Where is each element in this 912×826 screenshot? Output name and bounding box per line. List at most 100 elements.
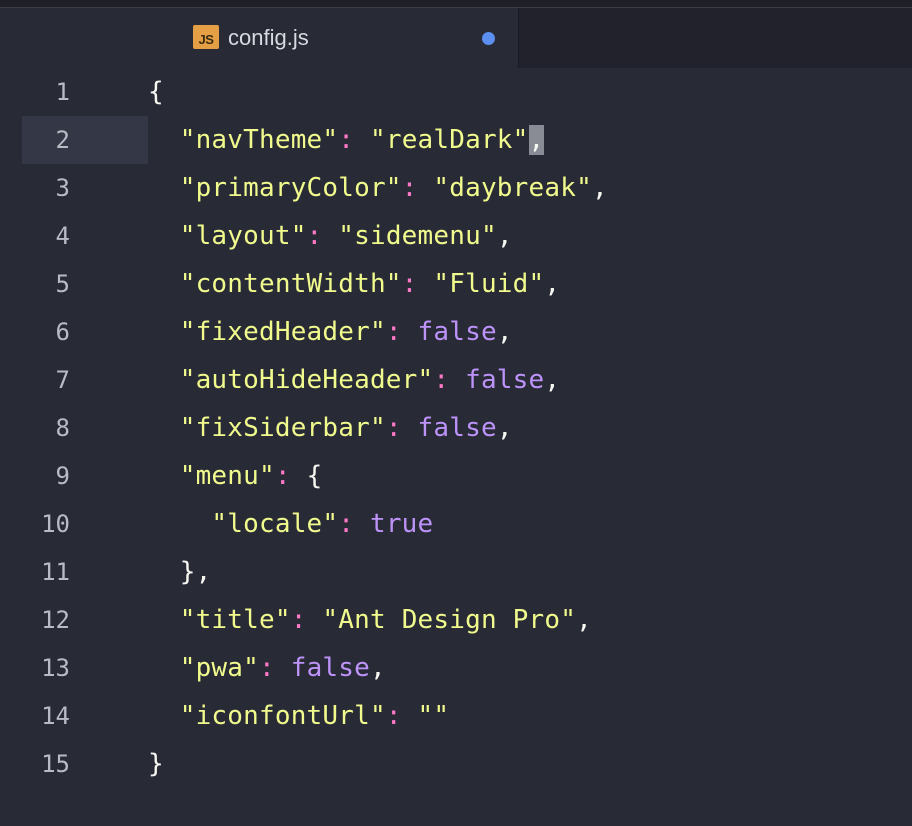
json-string-value: "Ant Design Pro": [322, 605, 577, 635]
json-key: "navTheme": [179, 125, 339, 155]
window-top-edge: [0, 0, 912, 8]
tab-config-js[interactable]: JS config.js: [0, 8, 519, 68]
code-line-14[interactable]: 14 "iconfontUrl": "": [0, 692, 912, 740]
brace: }: [148, 749, 164, 779]
line-number: 8: [55, 414, 70, 442]
json-string-value: "realDark": [369, 125, 529, 155]
line-number: 9: [55, 462, 70, 490]
json-colon: :: [290, 605, 323, 635]
code-line-7[interactable]: 7 "autoHideHeader": false,: [0, 356, 912, 404]
code-line-8[interactable]: 8 "fixSiderbar": false,: [0, 404, 912, 452]
line-number: 5: [55, 270, 70, 298]
brace: {: [306, 461, 323, 491]
json-key: "pwa": [179, 653, 259, 683]
json-string-value: "Fluid": [433, 269, 545, 299]
json-boolean-value: false: [290, 653, 370, 683]
json-key: "iconfontUrl": [179, 701, 386, 731]
line-content: "layout": "sidemenu",: [148, 212, 513, 260]
code-line-15[interactable]: 15 }: [0, 740, 912, 788]
comma: ,: [544, 365, 561, 395]
json-colon: :: [338, 509, 370, 539]
line-content: "contentWidth": "Fluid",: [148, 260, 560, 308]
text-cursor-selection: ,: [528, 125, 545, 155]
line-number: 12: [41, 606, 70, 634]
line-content: "primaryColor": "daybreak",: [148, 164, 608, 212]
line-content: {: [148, 68, 164, 116]
code-line-10[interactable]: 10 "locale": true: [0, 500, 912, 548]
comma: ,: [496, 413, 513, 443]
code-line-1[interactable]: 1 {: [0, 68, 912, 116]
json-colon: :: [433, 365, 466, 395]
line-content: "fixedHeader": false,: [148, 308, 513, 356]
line-content: "pwa": false,: [148, 644, 386, 692]
json-boolean-value: false: [417, 413, 497, 443]
line-content: "iconfontUrl": "": [148, 692, 449, 740]
json-string-value: "sidemenu": [338, 221, 497, 251]
comma: ,: [591, 173, 608, 203]
json-colon: :: [259, 653, 291, 683]
code-line-2[interactable]: 2 "navTheme": "realDark",: [0, 116, 912, 164]
js-file-icon: JS: [193, 25, 219, 49]
json-key: "autoHideHeader": [179, 365, 434, 395]
line-content: }: [148, 740, 164, 788]
brace: {: [148, 77, 164, 107]
json-key: "menu": [179, 461, 275, 491]
line-number: 1: [55, 78, 70, 106]
line-content: "autoHideHeader": false,: [148, 356, 560, 404]
comma: ,: [544, 269, 561, 299]
line-content: "navTheme": "realDark",: [148, 116, 545, 164]
json-key: "locale": [211, 509, 339, 539]
line-number: 15: [41, 750, 70, 778]
line-number: 3: [55, 174, 70, 202]
tab-bar: JS config.js: [0, 8, 912, 68]
json-boolean-value: false: [465, 365, 545, 395]
line-number: 10: [41, 510, 70, 538]
line-content: "fixSiderbar": false,: [148, 404, 513, 452]
line-number: 4: [55, 222, 70, 250]
json-colon: :: [385, 413, 418, 443]
json-key: "contentWidth": [179, 269, 402, 299]
code-line-13[interactable]: 13 "pwa": false,: [0, 644, 912, 692]
code-editor[interactable]: 1 { 2 "navTheme": "realDark", 3 "primary…: [0, 68, 912, 826]
comma: ,: [370, 653, 386, 683]
comma: ,: [496, 317, 513, 347]
line-number: 6: [55, 318, 70, 346]
unsaved-dot-icon[interactable]: [482, 32, 495, 45]
json-boolean-value: false: [417, 317, 497, 347]
json-colon: :: [401, 173, 434, 203]
json-key: "title": [179, 605, 291, 635]
line-number: 2: [55, 126, 70, 154]
code-line-11[interactable]: 11 },: [0, 548, 912, 596]
json-key: "layout": [179, 221, 307, 251]
json-key: "fixedHeader": [179, 317, 386, 347]
json-boolean-value: true: [369, 509, 434, 539]
json-colon: :: [338, 125, 370, 155]
line-number: 7: [55, 366, 70, 394]
line-content: "menu": {: [148, 452, 323, 500]
line-content: "title": "Ant Design Pro",: [148, 596, 592, 644]
json-colon: :: [274, 461, 307, 491]
json-key: "primaryColor": [179, 173, 402, 203]
json-string-value: "": [417, 701, 450, 731]
json-colon: :: [306, 221, 339, 251]
comma: ,: [496, 221, 513, 251]
line-number: 11: [41, 558, 70, 586]
json-key: "fixSiderbar": [179, 413, 386, 443]
code-line-3[interactable]: 3 "primaryColor": "daybreak",: [0, 164, 912, 212]
line-number: 14: [41, 702, 70, 730]
line-content: "locale": true: [148, 500, 433, 548]
brace: },: [179, 557, 212, 587]
code-line-12[interactable]: 12 "title": "Ant Design Pro",: [0, 596, 912, 644]
tab-filename: config.js: [228, 25, 309, 50]
code-line-9[interactable]: 9 "menu": {: [0, 452, 912, 500]
json-string-value: "daybreak": [433, 173, 592, 203]
json-colon: :: [385, 317, 418, 347]
line-content: },: [148, 548, 212, 596]
comma: ,: [576, 605, 592, 635]
json-colon: :: [401, 269, 434, 299]
code-line-5[interactable]: 5 "contentWidth": "Fluid",: [0, 260, 912, 308]
line-number: 13: [41, 654, 70, 682]
json-colon: :: [385, 701, 418, 731]
code-line-6[interactable]: 6 "fixedHeader": false,: [0, 308, 912, 356]
code-line-4[interactable]: 4 "layout": "sidemenu",: [0, 212, 912, 260]
